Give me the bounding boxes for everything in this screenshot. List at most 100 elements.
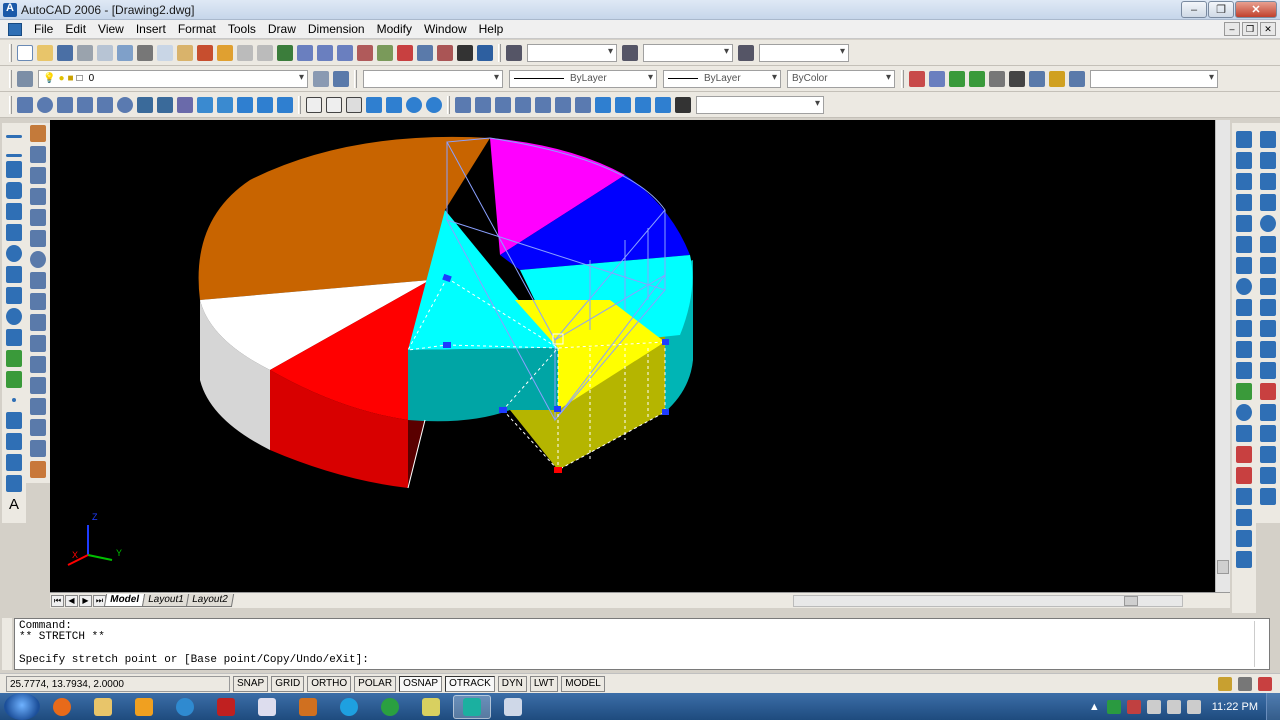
lock-toolbars-icon[interactable] xyxy=(1218,676,1232,691)
revolve-icon[interactable] xyxy=(157,96,173,113)
snap-toggle[interactable]: SNAP xyxy=(233,675,269,692)
grip[interactable] xyxy=(499,407,507,413)
sphere-icon[interactable] xyxy=(37,96,53,113)
linetype-dropdown[interactable]: ByLayer xyxy=(509,69,657,88)
plotstyle-dropdown[interactable]: ByColor xyxy=(787,69,895,88)
torus-icon[interactable] xyxy=(117,96,133,113)
interfere-icon[interactable] xyxy=(217,96,233,113)
snap-insert-icon[interactable] xyxy=(1260,320,1276,337)
extra-dropdown[interactable] xyxy=(1090,69,1218,88)
setup-profile-icon[interactable] xyxy=(277,96,293,113)
dimstyle-icon[interactable] xyxy=(1236,488,1252,505)
design-center-icon[interactable] xyxy=(377,44,393,61)
hatch-icon[interactable] xyxy=(6,412,22,429)
snap-node-icon[interactable] xyxy=(1260,341,1276,358)
taskbar-ie[interactable] xyxy=(166,695,204,719)
copy-object-icon[interactable] xyxy=(30,146,46,163)
horizontal-scrollbar[interactable] xyxy=(793,594,1184,607)
network-icon[interactable] xyxy=(1146,699,1161,714)
join-icon[interactable] xyxy=(30,398,46,415)
command-prompt[interactable]: Specify stretch point or [Base point/Cop… xyxy=(19,655,369,666)
taskbar-firefox[interactable] xyxy=(43,695,81,719)
scale-icon[interactable] xyxy=(30,272,46,289)
construction-line-icon[interactable] xyxy=(6,154,22,157)
flat-edges-icon[interactable] xyxy=(406,96,422,113)
material-library-icon[interactable] xyxy=(989,70,1005,87)
paste-icon[interactable] xyxy=(177,44,193,61)
menu-modify[interactable]: Modify xyxy=(371,22,418,36)
next-tab-button[interactable]: ▶ xyxy=(79,594,92,607)
aligned-dimension-icon[interactable] xyxy=(1236,152,1252,169)
taskbar-app6[interactable] xyxy=(248,695,286,719)
text-style-dropdown[interactable] xyxy=(527,43,617,62)
zoom-window-icon[interactable] xyxy=(317,44,333,61)
2d-wireframe-icon[interactable] xyxy=(306,96,322,113)
signal-icon[interactable] xyxy=(1166,699,1181,714)
pan-icon[interactable] xyxy=(277,44,293,61)
undo-icon[interactable] xyxy=(237,44,253,61)
taskbar-app5[interactable] xyxy=(207,695,245,719)
start-button[interactable] xyxy=(4,693,40,720)
snap-perpendicular-icon[interactable] xyxy=(1260,278,1276,295)
tab-layout1[interactable]: Layout1 xyxy=(141,594,190,607)
ucs-previous-icon[interactable] xyxy=(1236,551,1252,568)
coordinate-display[interactable]: 25.7774, 13.7934, 2.0000 xyxy=(6,675,230,692)
make-object-layer-current-icon[interactable] xyxy=(313,70,329,87)
section-icon[interactable] xyxy=(197,96,213,113)
communication-center-icon[interactable] xyxy=(1238,676,1252,691)
gouraud-shaded-icon[interactable] xyxy=(386,96,402,113)
lineweight-dropdown[interactable]: ByLayer xyxy=(663,69,781,88)
plot-preview-icon[interactable] xyxy=(97,44,113,61)
dimension-update-icon[interactable] xyxy=(1236,467,1252,484)
scroll-thumb[interactable] xyxy=(1124,595,1139,606)
copy-icon[interactable] xyxy=(157,44,173,61)
clean-screen-icon[interactable] xyxy=(1258,676,1272,691)
minimize-button[interactable]: – xyxy=(1181,1,1207,18)
snap-from-icon[interactable] xyxy=(1260,446,1276,463)
3d-wireframe-icon[interactable] xyxy=(326,96,342,113)
linear-dimension-icon[interactable] xyxy=(1236,131,1252,148)
menu-view[interactable]: View xyxy=(92,22,130,36)
first-tab-button[interactable]: ⏮ xyxy=(51,594,64,607)
scroll-thumb[interactable] xyxy=(1217,560,1229,574)
properties-icon[interactable] xyxy=(357,44,373,61)
doc-close-button[interactable]: ✕ xyxy=(1260,22,1276,36)
cone-icon[interactable] xyxy=(77,96,93,113)
tool-palettes-icon[interactable] xyxy=(397,44,413,61)
menu-file[interactable]: File xyxy=(28,22,59,36)
slice-icon[interactable] xyxy=(177,96,193,113)
snap-quadrant-icon[interactable] xyxy=(1260,236,1276,253)
named-views-icon[interactable] xyxy=(455,96,471,113)
snap-mid-between-icon[interactable] xyxy=(1260,488,1276,505)
doc-restore-button[interactable]: ❐ xyxy=(1242,22,1258,36)
se-iso-icon[interactable] xyxy=(615,96,631,113)
quick-leader-icon[interactable] xyxy=(1236,362,1252,379)
ucs-world-icon[interactable] xyxy=(1236,530,1252,547)
tray-app2-icon[interactable] xyxy=(1126,699,1141,714)
snap-temp-track-icon[interactable] xyxy=(1260,467,1276,484)
line-icon[interactable] xyxy=(6,135,22,138)
revision-cloud-icon[interactable] xyxy=(6,266,22,283)
offset-icon[interactable] xyxy=(30,188,46,205)
sheet-set-icon[interactable] xyxy=(417,44,433,61)
menu-format[interactable]: Format xyxy=(172,22,222,36)
angular-icon[interactable] xyxy=(1236,278,1252,295)
top-view-icon[interactable] xyxy=(475,96,491,113)
grip[interactable] xyxy=(554,406,561,412)
view-dropdown[interactable] xyxy=(696,95,824,114)
snap-tangent-icon[interactable] xyxy=(1260,257,1276,274)
menu-dimension[interactable]: Dimension xyxy=(302,22,371,36)
polygon-icon[interactable] xyxy=(6,182,22,199)
fog-icon[interactable] xyxy=(1049,70,1065,87)
mapping-icon[interactable] xyxy=(1009,70,1025,87)
grip[interactable] xyxy=(443,342,451,348)
menu-draw[interactable]: Draw xyxy=(262,22,302,36)
chamfer-icon[interactable] xyxy=(30,419,46,436)
grid-toggle[interactable]: GRID xyxy=(271,675,305,692)
toolbar-grip[interactable] xyxy=(447,95,450,114)
taskbar-app10[interactable] xyxy=(412,695,450,719)
polar-toggle[interactable]: POLAR xyxy=(354,675,397,692)
center-mark-icon[interactable] xyxy=(1236,404,1252,421)
snap-center-icon[interactable] xyxy=(1260,215,1276,232)
prev-tab-button[interactable]: ◀ xyxy=(65,594,78,607)
